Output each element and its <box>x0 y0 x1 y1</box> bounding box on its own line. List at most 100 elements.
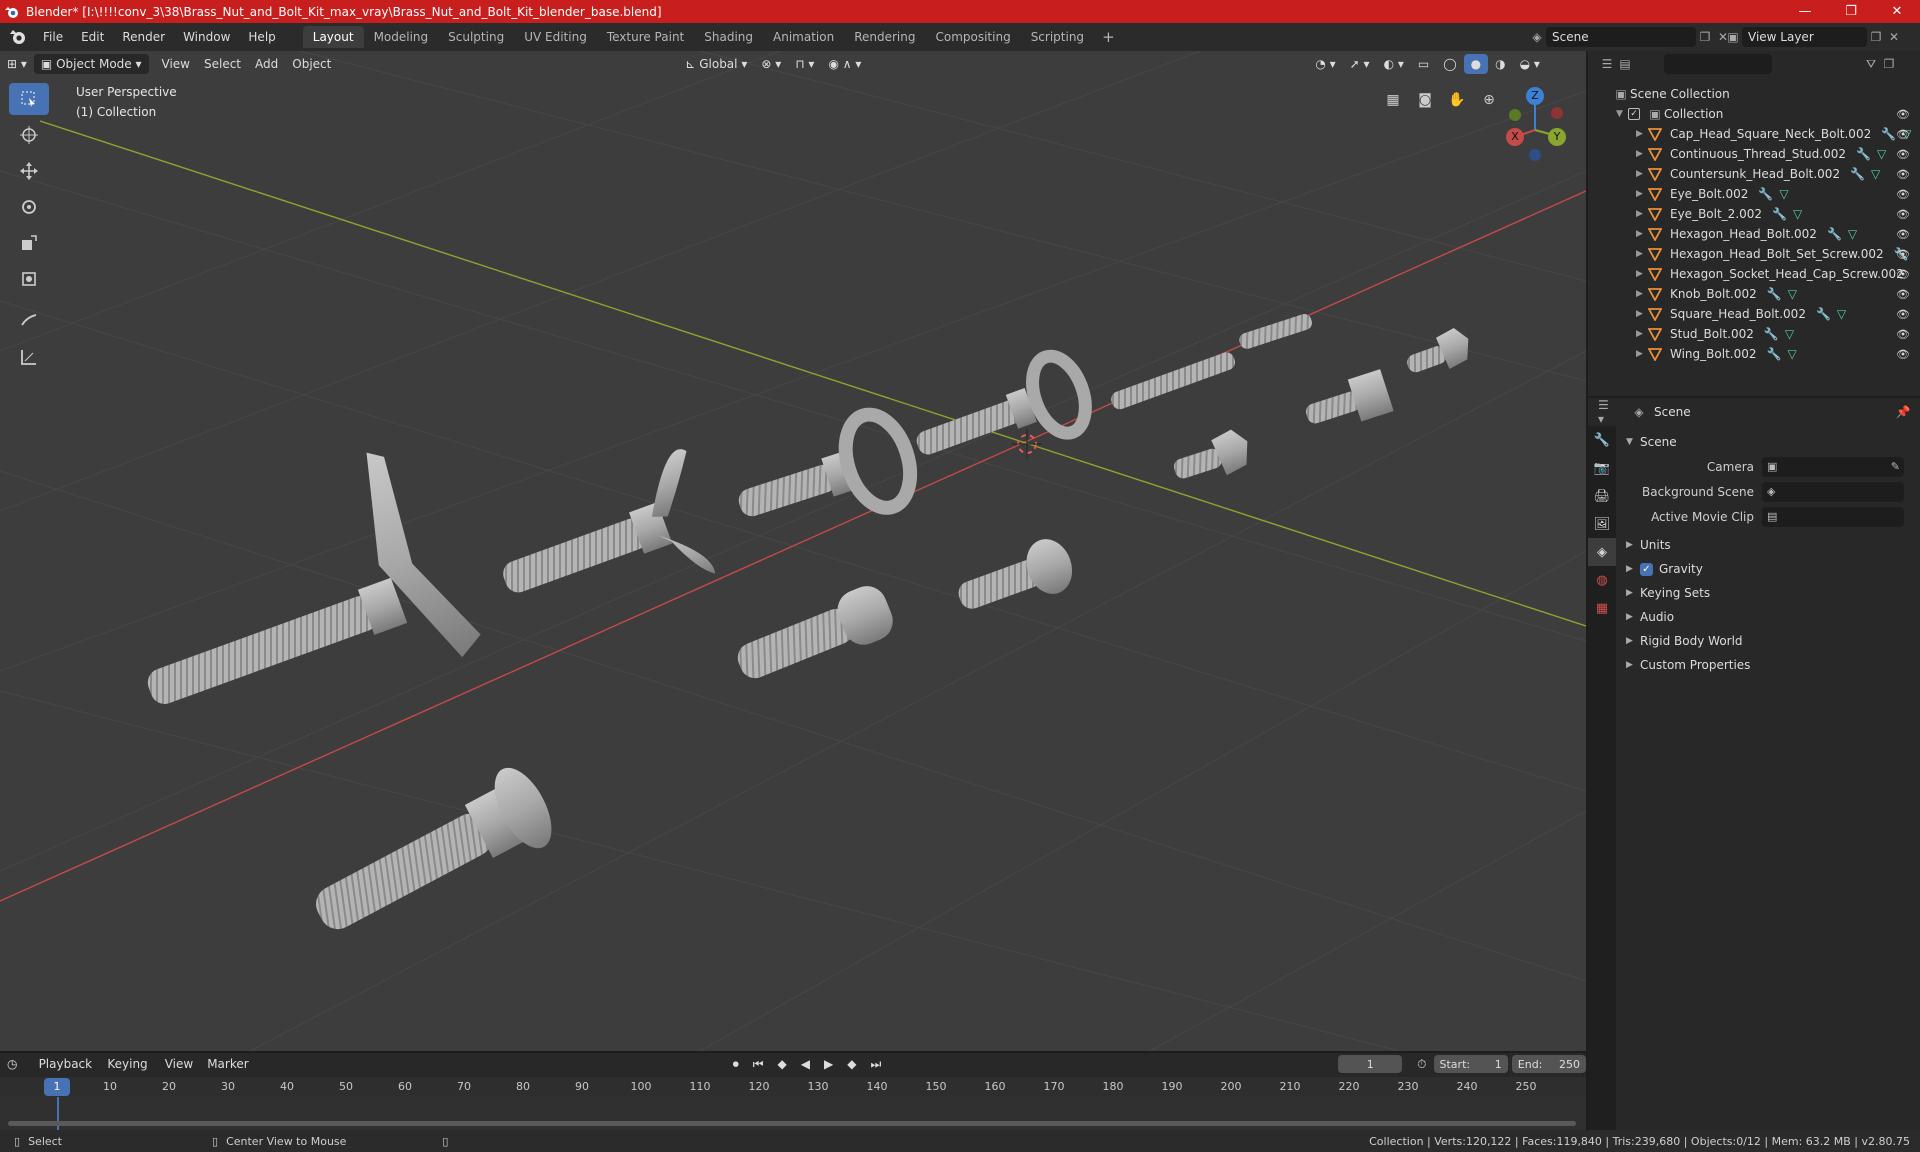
camera-view-icon[interactable]: ◙ <box>1412 87 1438 113</box>
tab-scripting[interactable]: Scripting <box>1021 26 1094 48</box>
expand-triangle-icon[interactable]: ▶ <box>1636 269 1648 279</box>
play-reverse-icon[interactable]: ◀ <box>794 1054 817 1074</box>
end-frame-field[interactable]: End: 250 <box>1511 1055 1587 1073</box>
outliner-object-row[interactable]: ▶ Countersunk_Head_Bolt.002 🔧 ▽ 👁 <box>1588 164 1920 184</box>
viewport-menu-select[interactable]: Select <box>197 54 248 74</box>
playhead-frame-indicator[interactable]: 1 <box>44 1078 70 1096</box>
transform-tool-icon[interactable] <box>9 263 49 295</box>
current-frame-field[interactable]: 1 <box>1338 1055 1403 1073</box>
shading-wireframe-icon[interactable]: ◯ <box>1436 54 1463 74</box>
mesh-data-icon[interactable]: ▽ <box>1848 227 1857 241</box>
expand-triangle-icon[interactable]: ▶ <box>1636 149 1648 159</box>
mesh-data-icon[interactable]: ▽ <box>1837 307 1846 321</box>
blender-menu-icon[interactable] <box>8 27 28 47</box>
snap-icon[interactable]: ⊓ ▾ <box>788 54 821 74</box>
expand-triangle-icon[interactable]: ▶ <box>1636 129 1648 139</box>
gizmo-x-label[interactable]: X <box>1506 128 1524 146</box>
eye-icon[interactable]: 👁 <box>1896 328 1910 341</box>
minimize-button[interactable]: — <box>1782 0 1828 23</box>
remove-view-layer-icon[interactable]: ✕ <box>1885 28 1903 46</box>
zoom-icon[interactable]: ⊕ <box>1476 87 1502 113</box>
render-tab-icon[interactable]: 📷 <box>1588 454 1616 482</box>
visibility-icon[interactable]: ◔ ▾ <box>1308 54 1342 74</box>
texture-tab-icon[interactable]: ▦ <box>1588 594 1616 622</box>
grid-view-icon[interactable]: ▦ <box>1380 87 1406 113</box>
cursor-tool-icon[interactable] <box>9 119 49 151</box>
timeline-menu-marker[interactable]: Marker <box>200 1054 255 1074</box>
outliner-object-row[interactable]: ▶ Cap_Head_Square_Neck_Bolt.002 🔧 ▽ 👁 <box>1588 124 1920 144</box>
prev-keyframe-icon[interactable]: ◆ <box>771 1054 794 1074</box>
outliner-object-row[interactable]: ▶ Eye_Bolt_2.002 🔧 ▽ 👁 <box>1588 204 1920 224</box>
eye-icon[interactable]: 👁 <box>1896 268 1910 281</box>
scale-tool-icon[interactable] <box>9 227 49 259</box>
tab-modeling[interactable]: Modeling <box>364 26 439 48</box>
wrench-icon[interactable]: 🔧 <box>1816 307 1831 321</box>
wrench-icon[interactable]: 🔧 <box>1767 347 1782 361</box>
timeline-ruler[interactable]: 1 10 20 30 40 50 60 70 80 90 100 110 120… <box>0 1077 1586 1097</box>
wrench-icon[interactable]: 🔧 <box>1850 167 1865 181</box>
wrench-icon[interactable]: 🔧 <box>1772 207 1787 221</box>
tab-layout[interactable]: Layout <box>302 26 364 48</box>
pin-icon[interactable]: 📌 <box>1894 403 1912 421</box>
scene-icon[interactable]: ◈ <box>1528 28 1546 46</box>
tab-texture-paint[interactable]: Texture Paint <box>597 26 694 48</box>
menu-window[interactable]: Window <box>174 23 239 51</box>
expand-triangle-icon[interactable]: ▶ <box>1636 189 1648 199</box>
rigid-body-world-panel-header[interactable]: ▶ Rigid Body World <box>1618 629 1920 653</box>
mesh-data-icon[interactable]: ▽ <box>1787 347 1796 361</box>
eye-icon[interactable]: 👁 <box>1896 148 1910 161</box>
expand-triangle-icon[interactable]: ▶ <box>1636 349 1648 359</box>
shading-rendered-icon[interactable]: ◒ ▾ <box>1513 54 1547 74</box>
background-scene-field[interactable]: ◈ <box>1762 481 1904 502</box>
new-view-layer-icon[interactable]: ❐ <box>1867 28 1885 46</box>
expand-triangle-icon[interactable]: ▶ <box>1636 289 1648 299</box>
wrench-icon[interactable]: 🔧 <box>1827 227 1842 241</box>
move-tool-icon[interactable] <box>9 155 49 187</box>
measure-tool-icon[interactable] <box>9 341 49 373</box>
collection-checkbox[interactable]: ✓ <box>1628 108 1640 120</box>
eye-icon[interactable]: 👁 <box>1896 108 1910 121</box>
scene-collection-row[interactable]: ▣ Scene Collection <box>1588 84 1920 104</box>
mesh-data-icon[interactable]: ▽ <box>1788 287 1797 301</box>
wrench-icon[interactable]: 🔧 <box>1767 287 1782 301</box>
annotate-tool-icon[interactable] <box>9 305 49 337</box>
mesh-data-icon[interactable]: ▽ <box>1779 187 1788 201</box>
tab-rendering[interactable]: Rendering <box>844 26 925 48</box>
outliner-object-row[interactable]: ▶ Hexagon_Socket_Head_Cap_Screw.002 👁 <box>1588 264 1920 284</box>
eye-icon[interactable]: 👁 <box>1896 348 1910 361</box>
scene-panel-header[interactable]: ▼ Scene <box>1618 430 1920 454</box>
jump-start-icon[interactable]: ⏮ <box>746 1054 771 1074</box>
tab-uv-editing[interactable]: UV Editing <box>514 26 597 48</box>
tab-sculpting[interactable]: Sculpting <box>438 26 514 48</box>
new-collection-icon[interactable]: ❐ <box>1880 55 1898 73</box>
filter-icon[interactable]: ⛛ <box>1862 55 1880 73</box>
wrench-icon[interactable]: 🔧 <box>1764 327 1779 341</box>
timeline-scrollbar[interactable] <box>8 1121 1576 1126</box>
timeline-menu-view[interactable]: View <box>158 1054 200 1074</box>
menu-edit[interactable]: Edit <box>72 23 113 51</box>
collapse-triangle-icon[interactable]: ▼ <box>1616 109 1628 119</box>
outliner-search-input[interactable] <box>1664 54 1772 74</box>
expand-triangle-icon[interactable]: ▶ <box>1636 329 1648 339</box>
outliner-object-row[interactable]: ▶ Knob_Bolt.002 🔧 ▽ 👁 <box>1588 284 1920 304</box>
shading-material-icon[interactable]: ◑ <box>1488 54 1512 74</box>
playback-menu[interactable]: Playback ▾ <box>32 1054 101 1091</box>
keying-sets-panel-header[interactable]: ▶ Keying Sets <box>1618 581 1920 605</box>
jump-end-icon[interactable]: ⏭ <box>863 1054 888 1074</box>
outliner-object-row[interactable]: ▶ Wing_Bolt.002 🔧 ▽ 👁 <box>1588 344 1920 364</box>
eye-icon[interactable]: 👁 <box>1896 188 1910 201</box>
gizmo-y-label[interactable]: Y <box>1548 128 1566 146</box>
outliner-object-row[interactable]: ▶ Hexagon_Head_Bolt.002 🔧 ▽ 👁 <box>1588 224 1920 244</box>
menu-help[interactable]: Help <box>239 23 284 51</box>
mesh-data-icon[interactable]: ▽ <box>1877 147 1886 161</box>
start-frame-field[interactable]: Start: 1 <box>1433 1055 1508 1073</box>
add-workspace-button[interactable]: + <box>1094 28 1123 46</box>
stopwatch-icon[interactable]: ⏱ <box>1410 1054 1433 1074</box>
eye-icon[interactable]: 👁 <box>1896 288 1910 301</box>
3d-viewport[interactable]: Z Y X ⊞ ▾ ▣ Object Mode ▾ View Select Ad… <box>0 51 1586 1051</box>
camera-field[interactable]: ▣ ✎ <box>1762 456 1904 477</box>
mesh-data-icon[interactable]: ▽ <box>1785 327 1794 341</box>
tab-compositing[interactable]: Compositing <box>925 26 1020 48</box>
outliner-editor-type-icon[interactable]: ☰ <box>1598 55 1616 73</box>
expand-triangle-icon[interactable]: ▶ <box>1636 209 1648 219</box>
